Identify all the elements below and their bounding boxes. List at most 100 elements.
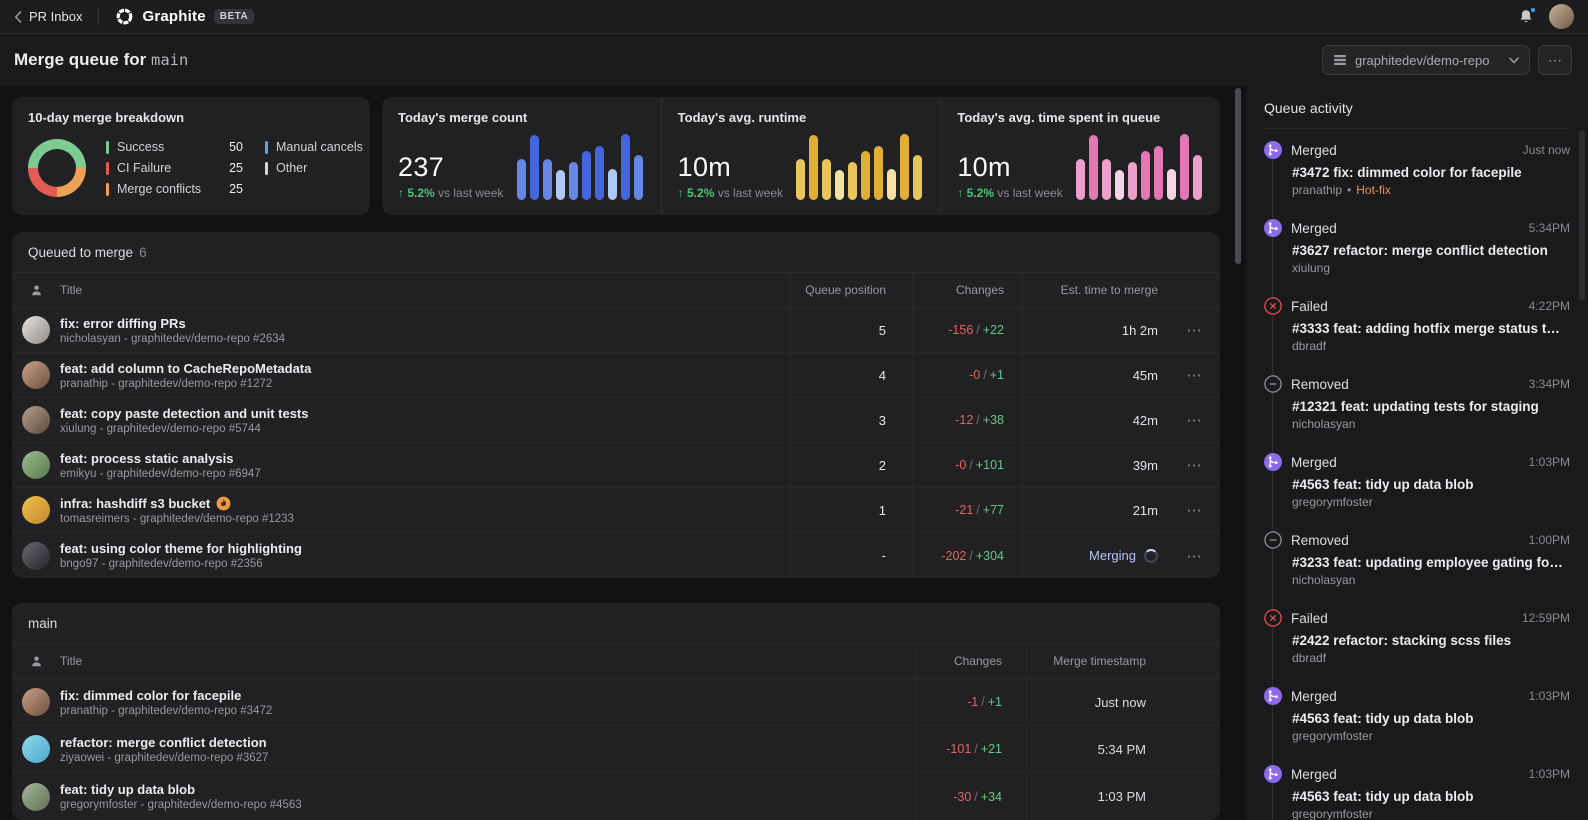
- pr-meta: bngo97 - graphitedev/demo-repo #2356: [60, 558, 263, 570]
- changes: -202/+304: [912, 533, 1022, 578]
- avatar: [22, 783, 50, 811]
- chart-bar: [809, 135, 818, 200]
- chart-bar: [796, 159, 805, 200]
- queue-position: 3: [790, 398, 912, 442]
- activity-author: gregorymfoster: [1292, 807, 1570, 820]
- activity-item[interactable]: Failed 4:22PM #3333 feat: adding hotfix …: [1264, 297, 1570, 353]
- failed-icon: [1264, 609, 1282, 627]
- legend-item: Success50: [106, 140, 243, 154]
- activity-item[interactable]: Merged Just now #3472 fix: dimmed color …: [1264, 141, 1570, 197]
- chart-bar: [1102, 159, 1111, 200]
- main-content: 10-day merge breakdown Success50 CI Fail…: [0, 86, 1246, 820]
- graphite-logo-icon: [115, 7, 134, 26]
- sidebar-title: Queue activity: [1264, 100, 1570, 129]
- repo-selector[interactable]: graphitedev/demo-repo: [1322, 45, 1530, 75]
- activity-item[interactable]: Failed 12:59PM #2422 refactor: stacking …: [1264, 609, 1570, 665]
- activity-status: Merged: [1291, 767, 1337, 782]
- row-menu-button[interactable]: ⋯: [1181, 407, 1208, 433]
- metric-value: 237: [398, 152, 503, 183]
- changes: -0/+1: [912, 353, 1022, 397]
- queued-table-title: Queued to merge6: [12, 232, 1220, 273]
- page-header: Merge queue for main graphitedev/demo-re…: [0, 34, 1588, 86]
- row-menu-button[interactable]: ⋯: [1181, 362, 1208, 388]
- table-row[interactable]: fix: error diffing PRs nicholasyan - grap…: [12, 308, 1220, 353]
- back-button[interactable]: PR Inbox: [14, 9, 82, 24]
- chart-bar: [913, 155, 922, 200]
- header-more-button[interactable]: ⋯: [1538, 45, 1572, 75]
- beta-badge: BETA: [214, 9, 254, 24]
- activity-item[interactable]: Removed 3:34PM #12321 feat: updating tes…: [1264, 375, 1570, 431]
- changes: -156/+22: [912, 308, 1022, 352]
- activity-item[interactable]: Removed 1:00PM #3233 feat: updating empl…: [1264, 531, 1570, 587]
- breakdown-legend: Success50 CI Failure25 Merge conflicts25…: [106, 140, 410, 196]
- activity-status: Merged: [1291, 221, 1337, 236]
- activity-status: Failed: [1291, 611, 1328, 626]
- pr-meta: ziyaowei - graphitedev/demo-repo #3627: [60, 752, 268, 764]
- pr-title: fix: error diffing PRs: [60, 316, 186, 331]
- removed-icon: [1264, 375, 1282, 393]
- chart-bar: [1076, 159, 1085, 200]
- table-row[interactable]: feat: add column to CacheRepoMetadatapra…: [12, 353, 1220, 398]
- metric-avg-runtime: Today's avg. runtime 10m ↑ 5.2% vs last …: [661, 97, 941, 215]
- table-row[interactable]: feat: tidy up data blobgregorymfoster - …: [12, 773, 1220, 820]
- notifications-button[interactable]: [1517, 8, 1535, 26]
- fire-icon: [216, 496, 231, 511]
- brand[interactable]: Graphite BETA: [115, 7, 254, 26]
- table-row[interactable]: fix: dimmed color for facepilepranathip …: [12, 679, 1220, 726]
- delta-up: ↑ 5.2%: [957, 186, 994, 200]
- activity-item[interactable]: Merged 5:34PM #3627 refactor: merge conf…: [1264, 219, 1570, 275]
- queued-table-header: Title Queue position Changes Est. time t…: [12, 273, 1220, 308]
- table-row[interactable]: infra: hashdiff s3 bucket tomasreimers -…: [12, 488, 1220, 533]
- row-menu-button[interactable]: ⋯: [1181, 497, 1208, 523]
- activity-author: gregorymfoster: [1292, 729, 1570, 743]
- chart-bar: [621, 134, 630, 200]
- chart-bar: [874, 146, 883, 200]
- legend-item: Merge conflicts25: [106, 182, 243, 196]
- queue-activity-sidebar: Queue activity Merged Just now #3472 fix…: [1246, 86, 1588, 820]
- merging-status: Merging: [1022, 533, 1172, 578]
- page-title: Merge queue for main: [14, 50, 188, 70]
- merge-count-bar-chart: [517, 134, 643, 200]
- activity-time: 1:03PM: [1529, 767, 1570, 781]
- legend-tick: [265, 141, 268, 154]
- table-row[interactable]: feat: using color theme for highlighting…: [12, 533, 1220, 578]
- spinner-icon: [1144, 549, 1158, 563]
- row-menu-button[interactable]: ⋯: [1181, 452, 1208, 478]
- table-row[interactable]: refactor: merge conflict detectionziyaow…: [12, 726, 1220, 773]
- avatar: [22, 735, 50, 763]
- app-name: Graphite: [142, 8, 205, 25]
- col-merge-timestamp: Merge timestamp: [1026, 644, 1186, 678]
- pr-title: infra: hashdiff s3 bucket: [60, 496, 231, 511]
- activity-item[interactable]: Merged 1:03PM #4563 feat: tidy up data b…: [1264, 453, 1570, 509]
- activity-time: 5:34PM: [1529, 221, 1570, 235]
- merged-icon: [1264, 219, 1282, 237]
- top-bar: PR Inbox Graphite BETA: [0, 0, 1588, 34]
- est-time: 1h 2m: [1022, 308, 1172, 352]
- activity-title: #12321 feat: updating tests for staging: [1292, 399, 1564, 414]
- est-time: 39m: [1022, 443, 1172, 487]
- chart-bar: [1193, 155, 1202, 200]
- row-menu-button[interactable]: ⋯: [1181, 543, 1208, 569]
- table-row[interactable]: feat: process static analysisemikyu - gr…: [12, 443, 1220, 488]
- activity-item[interactable]: Merged 1:03PM #4563 feat: tidy up data b…: [1264, 765, 1570, 820]
- activity-status: Removed: [1291, 533, 1349, 548]
- chart-bar: [835, 170, 844, 200]
- activity-status: Merged: [1291, 143, 1337, 158]
- pr-title: feat: using color theme for highlighting: [60, 541, 302, 556]
- activity-title: #3233 feat: updating employee gating for…: [1292, 555, 1564, 570]
- user-avatar[interactable]: [1549, 4, 1574, 29]
- pr-meta: emikyu - graphitedev/demo-repo #6947: [60, 468, 261, 480]
- sidebar-scrollbar[interactable]: [1579, 130, 1585, 300]
- legend-tick: [265, 162, 268, 175]
- row-menu-button[interactable]: ⋯: [1181, 317, 1208, 343]
- pr-meta: nicholasyan - graphitedev/demo-repo #263…: [60, 333, 285, 345]
- queue-position: -: [790, 533, 912, 578]
- repo-name: graphitedev/demo-repo: [1355, 53, 1489, 68]
- metric-title: Today's avg. time spent in queue: [957, 110, 1204, 125]
- col-title: Title: [60, 273, 790, 307]
- main-scrollbar[interactable]: [1235, 88, 1241, 264]
- activity-item[interactable]: Merged 1:03PM #4563 feat: tidy up data b…: [1264, 687, 1570, 743]
- changes: -21/+77: [912, 488, 1022, 532]
- table-row[interactable]: feat: copy paste detection and unit test…: [12, 398, 1220, 443]
- chart-bar: [848, 162, 857, 200]
